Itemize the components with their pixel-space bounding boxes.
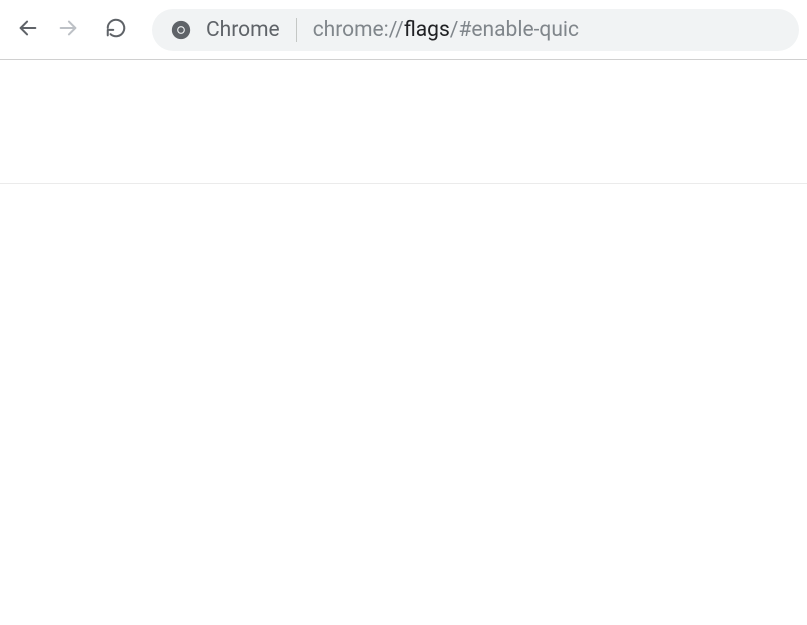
reload-button[interactable] [96, 10, 136, 50]
forward-button[interactable] [48, 10, 88, 50]
chrome-icon [170, 19, 192, 41]
url-scheme: chrome:// [313, 18, 404, 42]
back-button[interactable] [8, 10, 48, 50]
arrow-left-icon [17, 17, 39, 42]
page-header-area [0, 60, 807, 184]
omnibox-divider [296, 18, 297, 42]
arrow-right-icon [57, 17, 79, 42]
url-path: /#enable-quic [450, 18, 579, 42]
url-host: flags [404, 18, 450, 42]
reload-icon [105, 17, 127, 42]
browser-toolbar: Chrome chrome://flags/#enable-quic [0, 0, 807, 60]
address-bar[interactable]: Chrome chrome://flags/#enable-quic [152, 9, 799, 51]
site-label: Chrome [206, 18, 280, 42]
